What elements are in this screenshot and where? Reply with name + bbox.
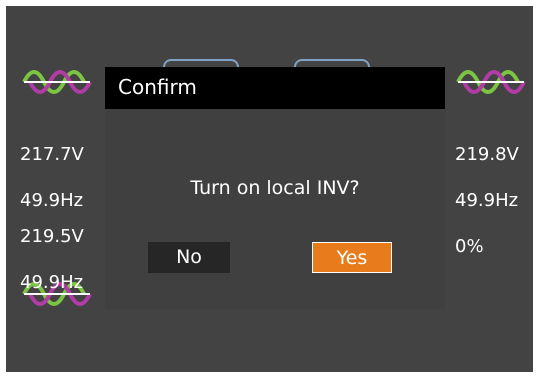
left-bottom-readout: 219.5V 49.9Hz (20, 202, 84, 317)
left-bottom-frequency: 49.9Hz (20, 272, 84, 293)
confirm-dialog: Confirm Turn on local INV? No Yes (105, 67, 445, 309)
no-button[interactable]: No (148, 242, 230, 273)
right-percent: 0% (455, 236, 484, 257)
dialog-title-bar: Confirm (105, 67, 445, 109)
yes-button[interactable]: Yes (312, 242, 392, 273)
right-readout: 219.8V 49.9Hz 0% (455, 120, 519, 281)
dialog-title: Confirm (118, 75, 197, 99)
dialog-message: Turn on local INV? (190, 177, 360, 199)
left-top-voltage: 217.7V (20, 144, 84, 165)
sine-wave-icon (456, 70, 526, 94)
inverter-screen: 217.7V 49.9Hz 219.5V 49.9Hz 219.8V 49.9H… (6, 6, 533, 372)
right-frequency: 49.9Hz (455, 190, 519, 211)
sine-wave-icon (22, 70, 92, 94)
left-bottom-voltage: 219.5V (20, 226, 84, 247)
right-voltage: 219.8V (455, 144, 519, 165)
